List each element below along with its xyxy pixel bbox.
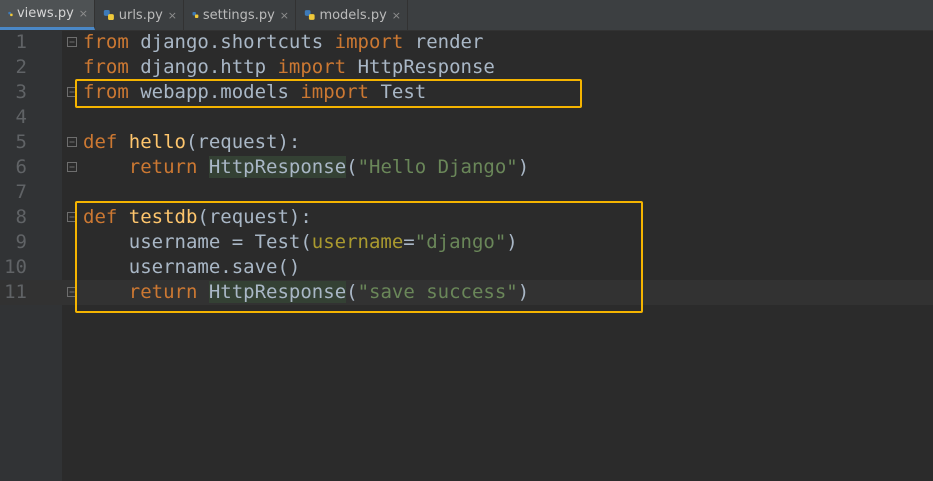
fold-end-icon[interactable]: [67, 162, 77, 172]
code-text: def hello(request):: [83, 131, 301, 153]
line-number: 2: [15, 56, 27, 78]
code-line: 4: [0, 105, 933, 130]
close-icon[interactable]: ×: [168, 9, 177, 22]
fold-collapse-icon[interactable]: [67, 137, 77, 147]
line-number: 10: [4, 256, 27, 278]
line-number: 9: [15, 231, 27, 253]
tab-label: urls.py: [118, 7, 163, 23]
editor-tab-bar: views.py × urls.py × settings.py × model…: [0, 0, 933, 31]
ide-window: views.py × urls.py × settings.py × model…: [0, 0, 933, 481]
tab-label: views.py: [16, 6, 74, 21]
code-line: 5 def hello(request):: [0, 130, 933, 155]
code-text: return HttpResponse("Hello Django"): [128, 156, 530, 178]
line-number: 4: [15, 106, 27, 128]
line-number: 7: [15, 181, 27, 203]
tab-urls-py[interactable]: urls.py ×: [95, 0, 184, 30]
line-number: 8: [15, 206, 27, 228]
highlight-box-import: [75, 79, 582, 108]
tab-label: settings.py: [202, 7, 275, 23]
line-number: 3: [15, 81, 27, 103]
fold-collapse-icon[interactable]: [67, 37, 77, 47]
tab-models-py[interactable]: models.py ×: [296, 0, 408, 30]
line-number: 11: [4, 281, 27, 303]
code-line: 1 from django.shortcuts import render: [0, 30, 933, 55]
line-number: 5: [15, 131, 27, 153]
line-number: 1: [15, 31, 27, 53]
tab-settings-py[interactable]: settings.py ×: [184, 0, 296, 30]
python-file-icon: [192, 12, 199, 18]
line-number: 6: [15, 156, 27, 178]
python-file-icon: [8, 11, 13, 16]
close-icon[interactable]: ×: [392, 9, 401, 22]
code-text: from django.http import HttpResponse: [83, 56, 495, 78]
tab-label: models.py: [319, 7, 387, 23]
code-editor[interactable]: 1 from django.shortcuts import render 2 …: [0, 30, 933, 481]
close-icon[interactable]: ×: [79, 7, 88, 20]
code-line: 6 return HttpResponse("Hello Django"): [0, 155, 933, 180]
tab-views-py[interactable]: views.py ×: [0, 0, 95, 30]
code-text: from django.shortcuts import render: [83, 31, 484, 53]
python-file-icon: [103, 9, 114, 21]
close-icon[interactable]: ×: [280, 9, 289, 22]
code-line: 2 from django.http import HttpResponse: [0, 55, 933, 80]
python-file-icon: [304, 10, 315, 20]
highlight-box-testdb: [75, 201, 643, 313]
